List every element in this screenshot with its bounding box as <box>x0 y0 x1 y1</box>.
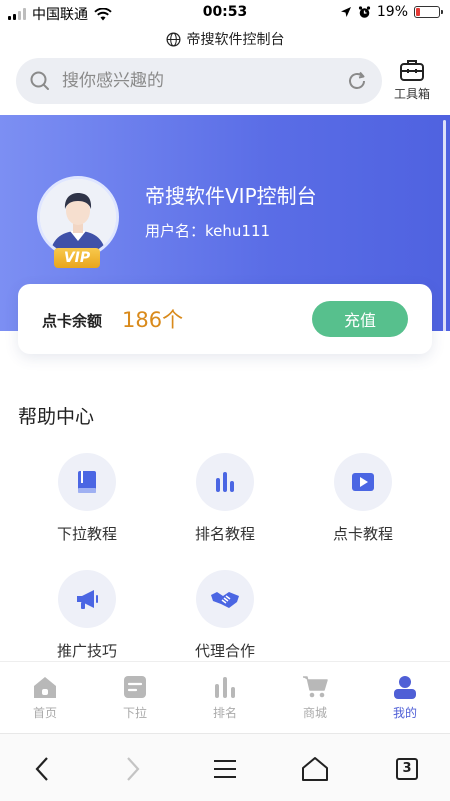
help-label: 下拉教程 <box>56 525 117 543</box>
home-outline-icon <box>302 757 328 781</box>
balance-label: 点卡余额 <box>42 312 103 330</box>
help-item-card-tutorial[interactable]: 点卡教程 <box>313 453 413 544</box>
refresh-icon[interactable] <box>346 70 368 92</box>
search-icon <box>30 71 49 90</box>
location-arrow-icon <box>340 7 351 17</box>
video-play-icon <box>352 473 374 491</box>
tab-home[interactable]: 首页 <box>10 674 80 721</box>
tab-label: 排名 <box>212 706 237 720</box>
bar-chart-icon <box>216 472 234 492</box>
bottom-tab-bar: 首页 下拉 排名 商城 我的 <box>0 661 450 733</box>
toolbox-button[interactable]: 工具箱 <box>386 58 438 106</box>
list-icon <box>124 676 146 698</box>
help-icon-circle <box>334 453 392 511</box>
tabs-button[interactable]: 3 <box>392 754 422 784</box>
globe-icon <box>166 32 180 46</box>
handshake-icon <box>211 592 239 608</box>
home-icon <box>34 677 56 698</box>
bar-chart-icon <box>215 677 235 698</box>
scrollbar[interactable] <box>443 120 446 340</box>
help-icon-circle <box>58 570 116 628</box>
tab-count: 3 <box>396 758 418 780</box>
help-center-title: 帮助中心 <box>18 406 95 428</box>
tab-dropdown[interactable]: 下拉 <box>100 674 170 721</box>
chevron-right-icon <box>127 757 140 781</box>
tab-mine[interactable]: 我的 <box>370 674 440 721</box>
toolbox-icon <box>400 60 424 81</box>
user-icon <box>394 676 416 699</box>
status-right: 19% <box>340 4 443 20</box>
browser-title-bar[interactable]: 帝搜软件控制台 <box>0 28 450 50</box>
search-bar[interactable] <box>16 58 382 104</box>
help-label: 推广技巧 <box>56 642 117 660</box>
recharge-button[interactable]: 充值 <box>312 301 408 337</box>
help-item-ranking-tutorial[interactable]: 排名教程 <box>175 453 275 544</box>
tab-shop[interactable]: 商城 <box>280 674 350 721</box>
battery-icon <box>414 6 443 18</box>
username-value: kehu111 <box>205 222 271 240</box>
avatar[interactable] <box>37 176 119 258</box>
help-icon-circle <box>196 570 254 628</box>
help-item-dropdown-tutorial[interactable]: 下拉教程 <box>37 453 137 544</box>
menu-button[interactable] <box>210 754 240 784</box>
tab-label: 我的 <box>392 706 417 720</box>
home-button[interactable] <box>300 754 330 784</box>
balance-value: 186个 <box>122 308 184 332</box>
profile-username: 用户名：kehu111 <box>145 220 270 241</box>
browser-nav-bar: 3 <box>0 733 450 801</box>
forward-button[interactable] <box>118 754 148 784</box>
battery-percent: 19% <box>376 4 408 20</box>
help-icon-circle <box>58 453 116 511</box>
help-label: 点卡教程 <box>332 525 393 543</box>
cart-icon <box>303 676 328 698</box>
tab-label: 下拉 <box>122 706 147 720</box>
status-bar: 中国联通 00:53 19% <box>0 0 450 26</box>
back-button[interactable] <box>27 754 57 784</box>
alarm-icon <box>358 5 370 18</box>
help-label: 排名教程 <box>194 525 255 543</box>
tab-ranking[interactable]: 排名 <box>190 674 260 721</box>
browser-page-title: 帝搜软件控制台 <box>186 32 285 48</box>
megaphone-icon <box>77 590 98 609</box>
tab-label: 首页 <box>32 706 57 720</box>
toolbox-label: 工具箱 <box>393 87 430 101</box>
help-label: 代理合作 <box>194 642 255 660</box>
search-input[interactable] <box>62 71 322 91</box>
help-item-promotion-tips[interactable]: 推广技巧 <box>37 570 137 661</box>
avatar-person-icon <box>40 179 116 255</box>
vip-badge: VIP <box>54 248 100 268</box>
tab-label: 商城 <box>302 706 327 720</box>
help-item-agent-cooperation[interactable]: 代理合作 <box>175 570 275 661</box>
balance-card: 点卡余额 186个 充值 <box>18 284 432 354</box>
help-icon-circle <box>196 453 254 511</box>
menu-icon <box>214 760 236 778</box>
username-label: 用户名： <box>145 222 206 240</box>
book-icon <box>78 471 96 493</box>
chevron-left-icon <box>35 757 48 781</box>
profile-title: 帝搜软件VIP控制台 <box>145 184 317 208</box>
